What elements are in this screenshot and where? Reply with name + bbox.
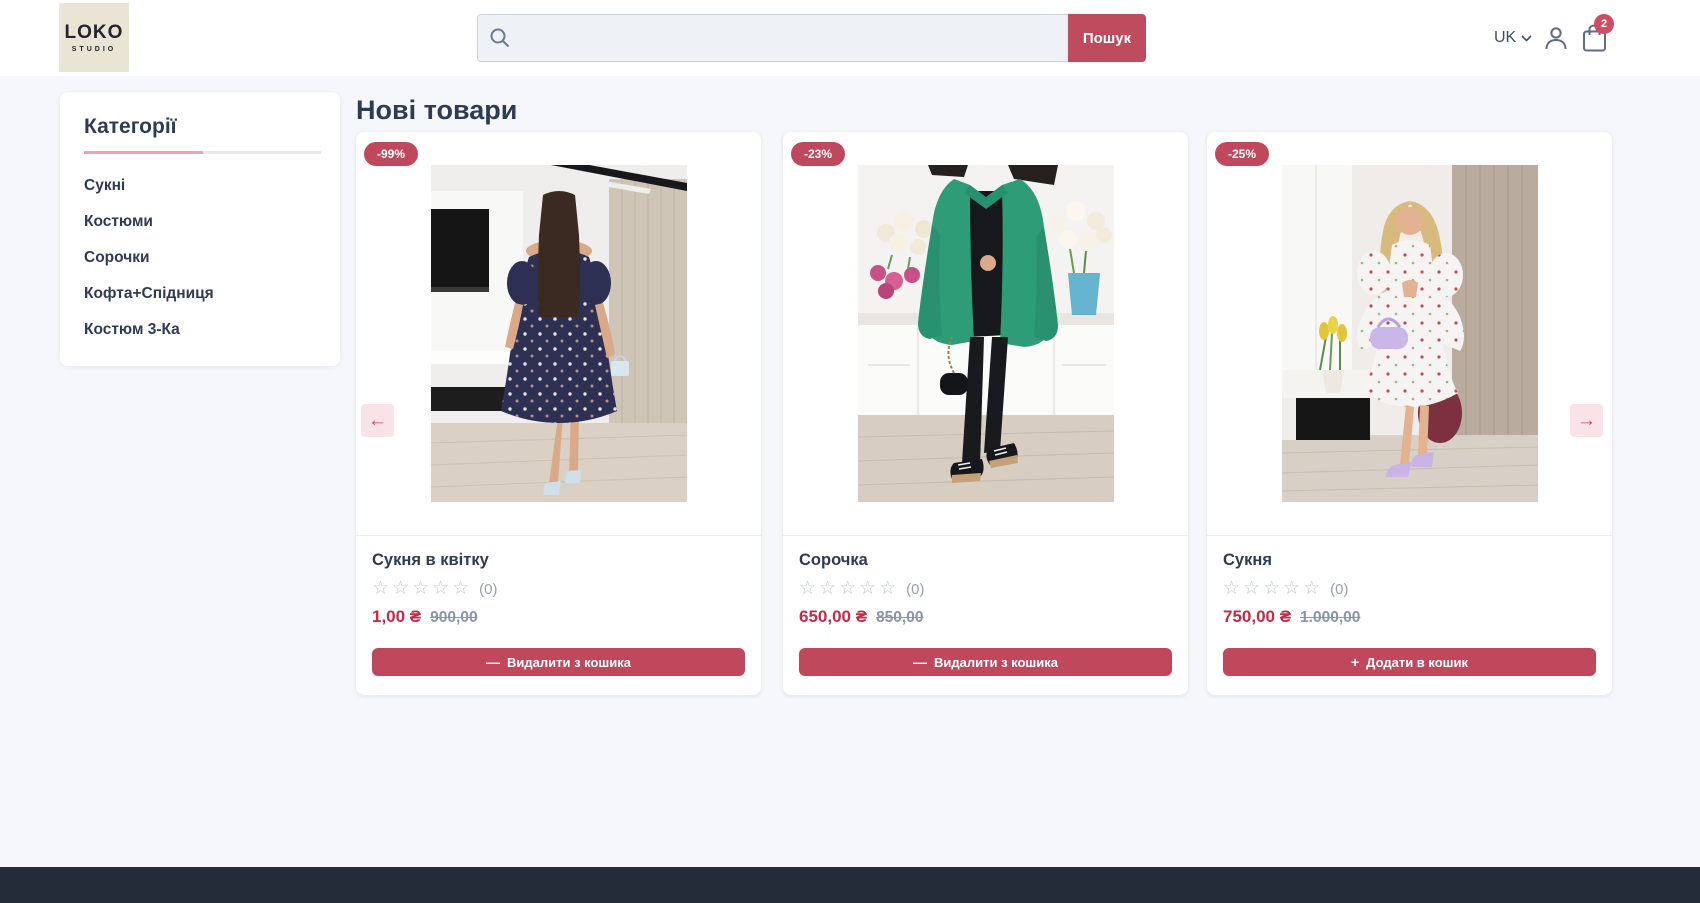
product-info: Сорочка ☆☆☆☆☆ (0) 650,00 ₴ 850,00 — [783, 536, 1188, 627]
add-to-cart-button[interactable]: + Додати в кошик — [1223, 648, 1596, 676]
product-rating: ☆☆☆☆☆ (0) — [1223, 579, 1596, 599]
product-photo-link[interactable] — [783, 132, 1188, 536]
sidebar-item-dresses[interactable]: Сукні — [60, 168, 340, 204]
price-new: 750,00 ₴ — [1223, 607, 1291, 627]
account-icon[interactable] — [1541, 23, 1571, 53]
logo-subtitle: STUDIO — [72, 46, 116, 53]
sidebar-item-shirts[interactable]: Сорочки — [60, 240, 340, 276]
button-label: Видалити з кошика — [934, 655, 1058, 670]
price-old: 1.000,00 — [1300, 609, 1360, 627]
product-photo-white-dress — [1282, 165, 1538, 502]
sidebar-item-top-skirt[interactable]: Кофта+Спідниця — [60, 276, 340, 312]
categories-title: Категорії — [84, 114, 340, 140]
rating-count: (0) — [1330, 581, 1348, 598]
chevron-down-icon — [1521, 35, 1532, 42]
search-button[interactable]: Пошук — [1068, 14, 1146, 62]
price-new: 650,00 ₴ — [799, 607, 867, 627]
search-input[interactable] — [477, 14, 1068, 62]
product-card: -25% — [1207, 132, 1612, 695]
price-old: 850,00 — [876, 609, 923, 627]
categories-title-underline — [84, 151, 321, 154]
sidebar-item-suit-3pc[interactable]: Костюм 3-Ка — [60, 312, 340, 348]
arrow-right-icon: → — [1577, 410, 1596, 432]
cart-icon[interactable]: 2 — [1581, 23, 1611, 55]
rating-stars-icon: ☆☆☆☆☆ — [799, 579, 899, 599]
arrow-left-icon: ← — [368, 410, 387, 432]
product-price: 650,00 ₴ 850,00 — [799, 607, 1172, 627]
discount-badge: -99% — [364, 142, 418, 166]
product-info: Сукня в квітку ☆☆☆☆☆ (0) 1,00 ₴ 900,00 — [356, 536, 761, 627]
product-info: Сукня ☆☆☆☆☆ (0) 750,00 ₴ 1.000,00 — [1207, 536, 1612, 627]
product-name[interactable]: Сорочка — [799, 551, 1172, 570]
carousel-prev-button[interactable]: ← — [361, 404, 394, 437]
product-photo-link[interactable] — [356, 132, 761, 536]
rating-stars-icon: ☆☆☆☆☆ — [1223, 579, 1323, 599]
rating-count: (0) — [906, 581, 924, 598]
button-label: Додати в кошик — [1366, 655, 1468, 670]
search-input-box — [477, 14, 1068, 62]
rating-stars-icon: ☆☆☆☆☆ — [372, 579, 472, 599]
footer — [0, 867, 1700, 903]
search-bar: Пошук — [477, 14, 1146, 62]
product-photo-link[interactable] — [1207, 132, 1612, 536]
button-label: Видалити з кошика — [507, 655, 631, 670]
product-name[interactable]: Сукня — [1223, 551, 1596, 570]
language-selector[interactable]: UK — [1494, 25, 1532, 51]
language-selected: UK — [1494, 29, 1516, 47]
product-card: -99% — [356, 132, 761, 695]
product-photo-navy-dress — [431, 165, 687, 502]
product-card: -23% — [783, 132, 1188, 695]
plus-icon: + — [1351, 655, 1359, 669]
sidebar-item-suits[interactable]: Костюми — [60, 204, 340, 240]
remove-from-cart-button[interactable]: — Видалити з кошика — [799, 648, 1172, 676]
cart-badge: 2 — [1594, 14, 1614, 34]
product-rating: ☆☆☆☆☆ (0) — [799, 579, 1172, 599]
categories-list: Сукні Костюми Сорочки Кофта+Спідниця Кос… — [60, 168, 340, 348]
page-title: Нові товари — [356, 94, 517, 126]
minus-icon: — — [913, 655, 927, 669]
price-old: 900,00 — [430, 609, 477, 627]
price-new: 1,00 ₴ — [372, 607, 421, 627]
minus-icon: — — [486, 655, 500, 669]
carousel-next-button[interactable]: → — [1570, 404, 1603, 437]
header: LOKO STUDIO Пошук UK — [0, 0, 1700, 76]
remove-from-cart-button[interactable]: — Видалити з кошика — [372, 648, 745, 676]
product-name[interactable]: Сукня в квітку — [372, 551, 745, 570]
product-price: 1,00 ₴ 900,00 — [372, 607, 745, 627]
product-price: 750,00 ₴ 1.000,00 — [1223, 607, 1596, 627]
product-rating: ☆☆☆☆☆ (0) — [372, 579, 745, 599]
discount-badge: -23% — [791, 142, 845, 166]
product-photo-green-shirt — [858, 165, 1114, 502]
rating-count: (0) — [479, 581, 497, 598]
logo[interactable]: LOKO STUDIO — [59, 3, 129, 72]
logo-title: LOKO — [65, 22, 124, 44]
discount-badge: -25% — [1215, 142, 1269, 166]
categories-panel: Категорії Сукні Костюми Сорочки Кофта+Сп… — [60, 92, 340, 366]
